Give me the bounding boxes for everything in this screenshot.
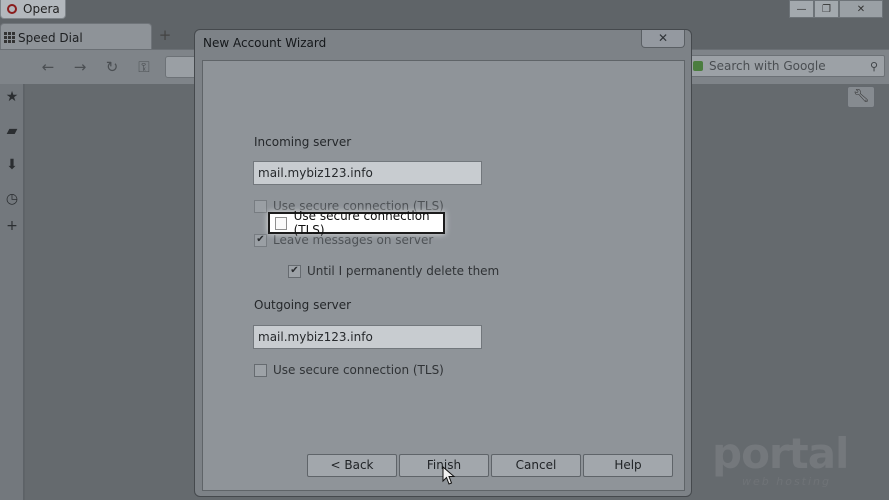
search-placeholder: Search with Google (709, 59, 826, 73)
new-tab-button[interactable]: + (157, 27, 173, 43)
key-icon[interactable]: ⚿ (134, 58, 154, 76)
highlighted-tls-checkbox[interactable] (275, 216, 287, 230)
restore-button[interactable]: ❐ (814, 0, 839, 18)
outgoing-tls-label: Use secure connection (TLS) (273, 363, 444, 377)
speed-dial-grid-icon (4, 32, 15, 43)
window-close-button[interactable]: ✕ (839, 0, 883, 18)
search-icon[interactable]: ⚲ (870, 60, 878, 73)
incoming-server-heading: Incoming server (254, 135, 352, 149)
leave-messages-checkbox[interactable]: ✔ (254, 233, 267, 247)
watermark-main: portal (712, 429, 849, 478)
wrench-icon[interactable]: 🔧︎ (847, 86, 875, 108)
cancel-button[interactable]: Cancel (491, 454, 581, 477)
until-delete-checkbox[interactable]: ✔ (288, 264, 301, 278)
reload-icon[interactable]: ↻ (102, 58, 122, 76)
forward-arrow-icon[interactable]: → (70, 58, 90, 76)
opera-menu-label: Opera (23, 2, 60, 16)
outgoing-tls-checkbox-row[interactable]: Use secure connection (TLS) (254, 363, 444, 377)
help-button[interactable]: Help (583, 454, 673, 477)
until-delete-label: Until I permanently delete them (307, 264, 500, 278)
add-panel-icon[interactable]: + (4, 218, 20, 234)
notes-icon[interactable]: ▰ (4, 123, 20, 139)
history-clock-icon[interactable]: ◷ (4, 191, 20, 207)
incoming-tls-checkbox[interactable] (254, 199, 267, 213)
search-field[interactable]: Search with Google ⚲ (688, 55, 885, 77)
mouse-pointer-icon (442, 466, 456, 485)
bookmarks-star-icon[interactable]: ★ (4, 89, 20, 105)
tab-label: Speed Dial (18, 30, 83, 45)
opera-logo-icon (7, 4, 17, 14)
outgoing-server-input[interactable]: mail.mybiz123.info (253, 325, 482, 349)
highlighted-tls-option[interactable]: Use secure connection (TLS) (268, 209, 445, 237)
back-button[interactable]: < Back (307, 454, 397, 477)
portal-watermark: portal web hosting (712, 433, 862, 489)
outgoing-server-heading: Outgoing server (254, 298, 352, 312)
back-arrow-icon[interactable]: ← (38, 58, 58, 76)
incoming-server-input[interactable]: mail.mybiz123.info (253, 161, 482, 185)
outgoing-tls-checkbox[interactable] (254, 363, 267, 377)
panel-sidebar: ★ ▰ ⬇ ◷ + (0, 84, 24, 500)
window-controls: — ❐ ✕ (789, 0, 883, 18)
highlighted-tls-label: Use secure connection (TLS) (293, 209, 430, 237)
dialog-title: New Account Wizard (203, 36, 327, 50)
downloads-icon[interactable]: ⬇ (4, 157, 20, 173)
new-account-wizard-dialog: New Account Wizard ✕ (194, 29, 692, 497)
until-delete-checkbox-row[interactable]: ✔ Until I permanently delete them (288, 264, 499, 278)
minimize-button[interactable]: — (789, 0, 814, 18)
opera-menu-button[interactable]: Opera (0, 0, 66, 19)
google-icon (693, 61, 703, 71)
dialog-close-button[interactable]: ✕ (641, 30, 685, 48)
tab-speed-dial[interactable]: Speed Dial (0, 23, 152, 51)
